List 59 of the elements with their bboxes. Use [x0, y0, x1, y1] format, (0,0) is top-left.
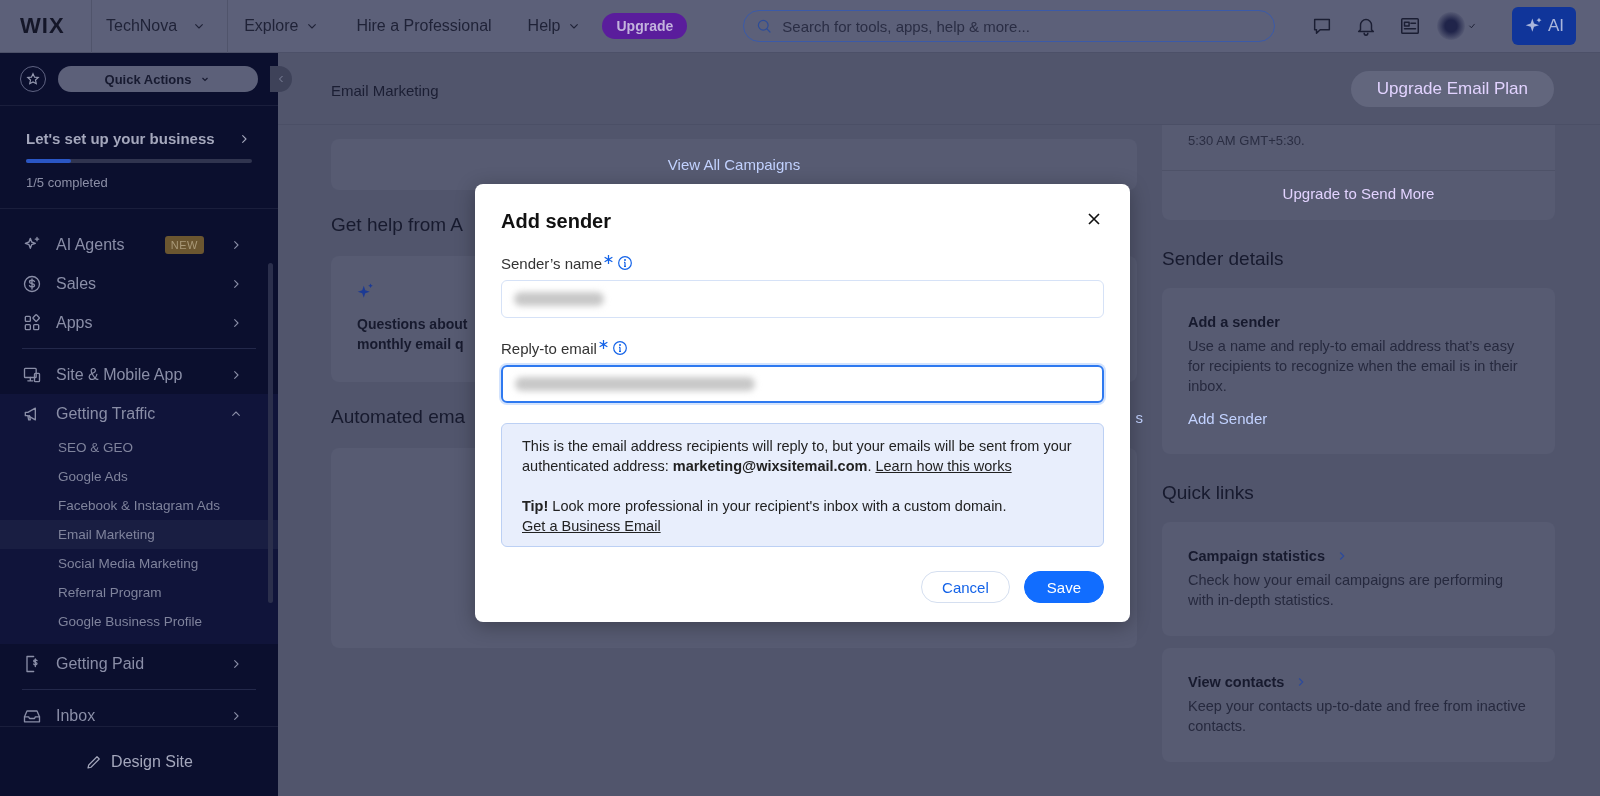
design-site-button[interactable]: Design Site [79, 751, 199, 772]
page-title: Email Marketing [331, 81, 439, 99]
setup-title[interactable]: Let's set up your business [26, 130, 215, 147]
scrollbar[interactable] [268, 263, 273, 603]
card-title: Add a sender [1188, 314, 1281, 330]
sidebar-subitem[interactable]: Referral Program [0, 578, 278, 607]
card-title: Campaign statistics [1188, 548, 1325, 564]
sparkle-icon [357, 282, 375, 300]
section-heading: Automated ema [331, 406, 466, 428]
nav-menu-item[interactable]: Help [527, 17, 583, 35]
upgrade-button[interactable]: Upgrade [602, 13, 688, 39]
sidebar-item[interactable]: Apps [0, 303, 278, 342]
ai-button[interactable]: AI [1511, 7, 1576, 45]
dollar-icon [22, 273, 42, 294]
tip-text: Tip! Look more professional in your recipient's inbox with a custom domain. Get a Business Email [522, 497, 1008, 536]
upgrade-email-plan-button[interactable]: Upgrade Email Plan [1350, 70, 1554, 107]
info-icon[interactable] [617, 255, 634, 271]
quick-actions-button[interactable]: Quick Actions [58, 66, 258, 92]
upgrade-to-send-more-link[interactable]: Upgrade to Send More [1282, 171, 1435, 220]
section-link[interactable]: s [1135, 409, 1143, 426]
sidebar-subitem[interactable]: Social Media Marketing [0, 549, 278, 578]
business-email-link[interactable]: Get a Business Email [522, 518, 661, 534]
sidebar-subitem[interactable]: Google Ads [0, 462, 278, 491]
section-heading: Sender details [1162, 248, 1284, 270]
field-label: Sender’s name [501, 255, 603, 272]
help-question-text: Questions about [357, 315, 468, 334]
section-heading: Get help from A [331, 214, 463, 236]
nav-menu-item[interactable]: Hire a Professional [356, 17, 492, 35]
new-badge: NEW [164, 235, 204, 254]
field-label: Reply-to email [501, 340, 597, 357]
site-selector[interactable]: TechNova [92, 0, 229, 53]
input-field[interactable] [501, 365, 1104, 403]
nav-menu-item[interactable]: Explore [244, 17, 321, 35]
add-sender-link[interactable]: Add Sender [1188, 410, 1268, 427]
sidebar-item[interactable]: Site & Mobile App [0, 355, 278, 394]
sidebar-item[interactable]: Getting Traffic [0, 394, 278, 433]
sidebar-item[interactable]: Sales [0, 264, 278, 303]
section-heading: Quick links [1162, 482, 1254, 504]
progress-text: 1/5 completed [26, 175, 109, 190]
info-text: This is the email address recipients will reply to, but your emails will be sent from your authenticated address: marketing@wixsitemail.com. Learn how this works [522, 437, 1073, 476]
help-question-text: monthly email q [357, 335, 464, 354]
info-icon[interactable] [611, 340, 628, 356]
card-title: View contacts [1188, 674, 1285, 690]
sidebar-item[interactable]: Inbox [0, 696, 278, 726]
dialog-title: Add sender [501, 209, 612, 233]
view-all-campaigns-link[interactable]: View All Campaigns [667, 156, 801, 173]
cancel-button[interactable]: Cancel [921, 571, 1010, 603]
sidebar-item[interactable]: AI Agents NEW [0, 225, 278, 264]
news-icon [1399, 15, 1422, 37]
sidebar-subitem[interactable]: Facebook & Instagram Ads [0, 491, 278, 520]
avatar[interactable] [1437, 12, 1466, 40]
sidebar-subitem[interactable]: Google Business Profile [0, 607, 278, 636]
apps-icon [22, 312, 42, 333]
wix-logo[interactable]: WIX [0, 0, 92, 53]
sidebar-subitem[interactable]: Email Marketing [0, 520, 278, 549]
sidebar-subitem[interactable]: SEO & GEO [0, 433, 278, 462]
sidebar-item[interactable]: Getting Paid [0, 644, 278, 683]
learn-more-link[interactable]: Learn how this works [875, 458, 1012, 474]
save-button[interactable]: Save [1023, 571, 1104, 603]
